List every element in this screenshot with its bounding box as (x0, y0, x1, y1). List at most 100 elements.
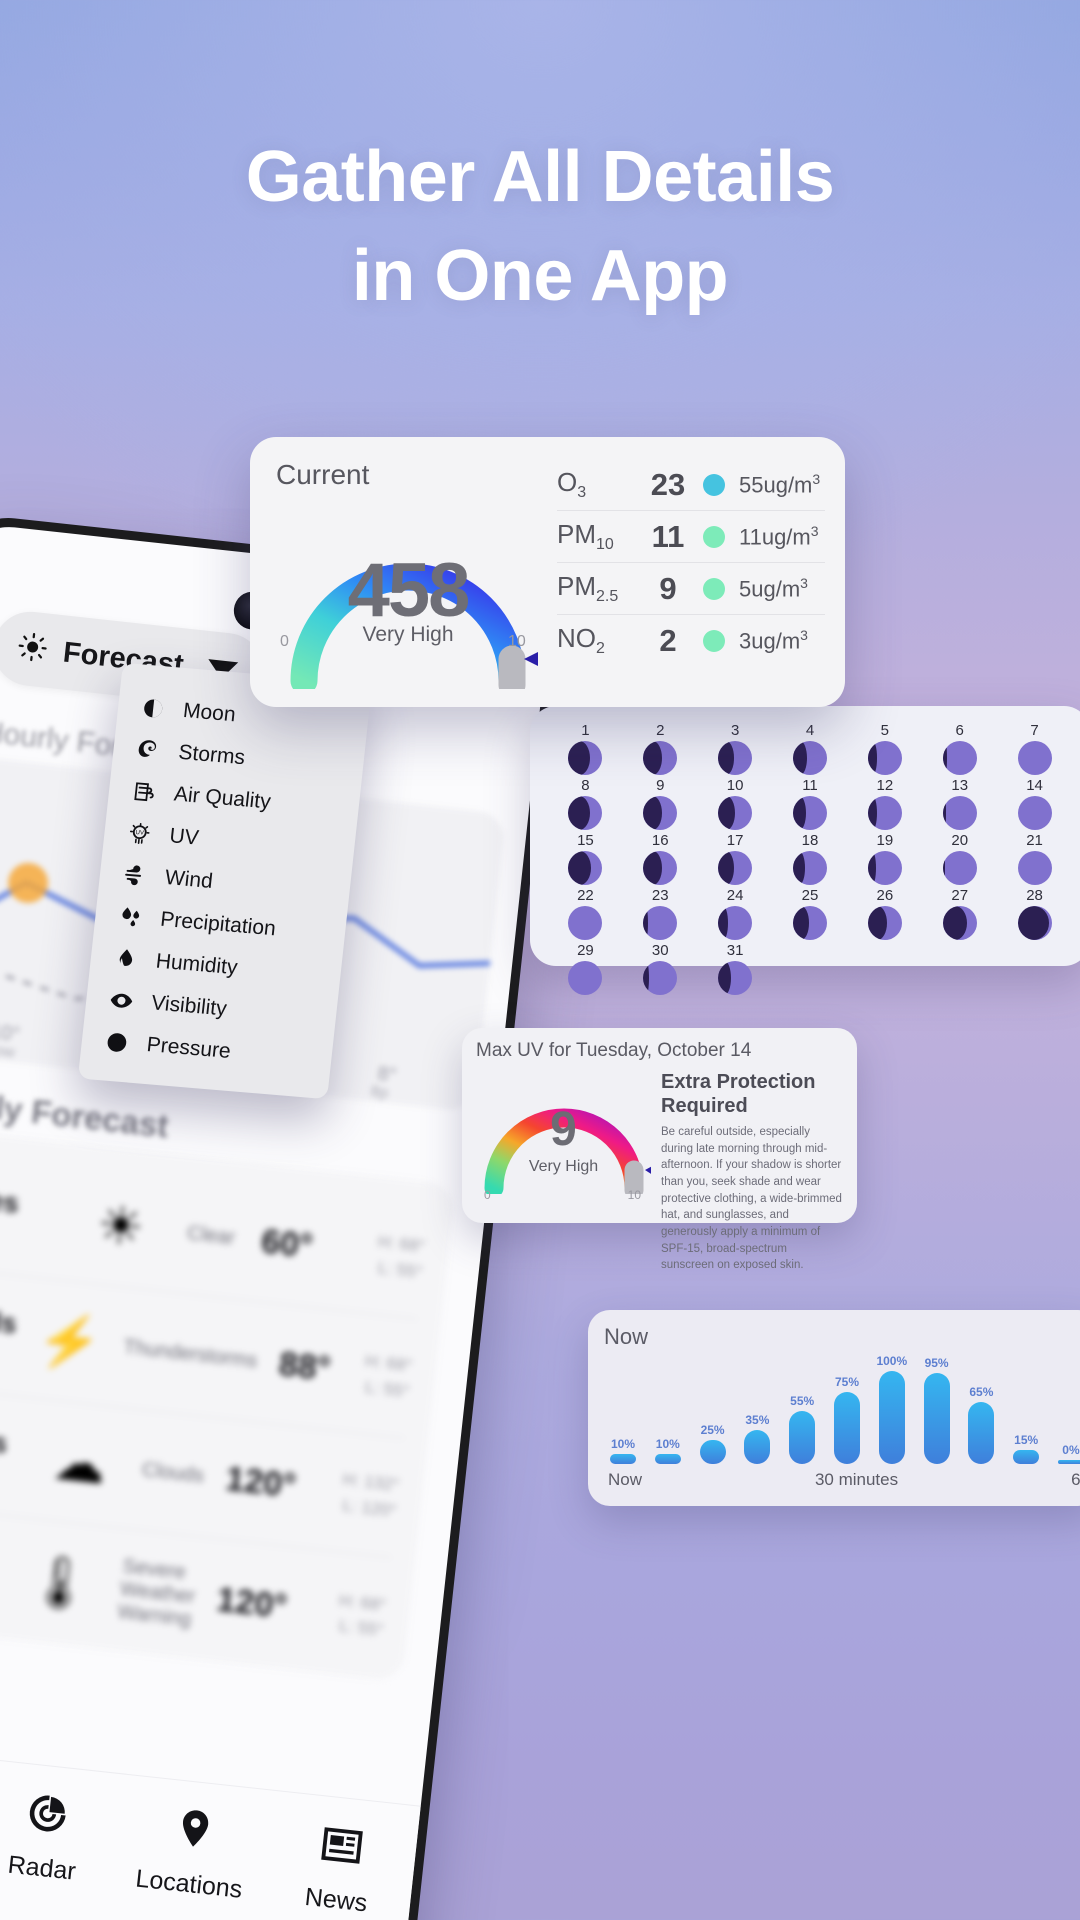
moon-day-cell[interactable]: 4 (773, 722, 848, 775)
moon-day-number: 24 (726, 887, 744, 904)
menu-label: Precipitation (159, 907, 277, 941)
moon-day-cell[interactable]: 26 (847, 887, 922, 940)
bar-value-label: 10% (610, 1437, 636, 1452)
moon-day-cell[interactable]: 11 (773, 777, 848, 830)
news-icon (316, 1820, 367, 1876)
moon-day-cell[interactable]: 8 (548, 777, 623, 830)
daily-temp: 120° (214, 1580, 289, 1626)
moon-phase-calendar-card: 1 2 3 4 5 6 7 8 9 10 11 12 13 14 15 16 17 18 19 20 21 22 23 24 2… (530, 706, 1080, 995)
bar-value-label: 65% (969, 1384, 994, 1399)
menu-label: Air Quality (172, 782, 272, 814)
moon-day-number: 13 (951, 777, 969, 794)
moon-phase-icon (867, 851, 902, 885)
bar-column: 15% (1011, 1354, 1041, 1464)
svg-text:8p: 8p (370, 1083, 390, 1102)
moon-day-cell[interactable]: 6 (922, 722, 997, 775)
moon-day-number: 5 (880, 722, 890, 739)
moon-day-number: 7 (1030, 722, 1039, 739)
bar-value-label: 95% (924, 1355, 949, 1370)
status-dot (703, 473, 725, 496)
uv-value: 9 (550, 1103, 577, 1156)
moon-day-cell[interactable]: 20 (922, 832, 997, 885)
nav-item-news[interactable]: News (265, 1815, 414, 1920)
svg-text:Now: Now (0, 1041, 16, 1061)
bar-value-label: 10% (655, 1437, 680, 1452)
daily-low: L: 55° (338, 1615, 385, 1640)
bottom-navigation-bar: Weather Radar Lo (0, 1741, 421, 1920)
moon-day-cell[interactable]: 2 (623, 722, 698, 775)
moon-day-cell[interactable]: 30 (623, 942, 698, 995)
aqi-scale-min: 0 (280, 633, 289, 650)
moon-day-cell[interactable]: 31 (698, 942, 773, 995)
aqi-gauge: 458 Very High (278, 499, 540, 699)
menu-label: Humidity (154, 949, 239, 980)
moon-phase-icon (1017, 851, 1052, 885)
bar-value-label: 15% (1014, 1432, 1039, 1447)
moon-day-cell[interactable]: 27 (922, 887, 997, 940)
moon-day-number: 20 (951, 832, 969, 849)
moon-day-cell[interactable]: 3 (698, 722, 773, 775)
nav-item-locations[interactable]: Locations (118, 1799, 267, 1907)
bar-value-label: 75% (834, 1375, 859, 1389)
daily-low: L: 120° (341, 1495, 398, 1520)
moon-day-number: 30 (651, 942, 669, 959)
air-quality-icon (130, 778, 159, 806)
daily-condition: Clear (186, 1222, 236, 1250)
bar (789, 1411, 816, 1464)
moon-day-cell[interactable]: 12 (847, 777, 922, 830)
moon-day-cell[interactable]: 17 (698, 832, 773, 885)
uv-card-title: Max UV for Tuesday, October 14 (476, 1040, 752, 1061)
daily-condition: Clouds (140, 1458, 206, 1488)
moon-day-cell[interactable]: 16 (623, 832, 698, 885)
moon-day-cell[interactable]: 19 (847, 832, 922, 885)
moon-phase-icon (792, 906, 827, 940)
moon-day-cell[interactable]: 10 (698, 777, 773, 830)
moon-day-cell[interactable]: 7 (997, 722, 1072, 775)
moon-day-cell[interactable]: 25 (773, 887, 848, 940)
precipitation-icon (116, 903, 145, 931)
daily-temp: 88° (277, 1344, 333, 1389)
nav-item-radar[interactable]: Radar (0, 1783, 120, 1891)
moon-day-cell[interactable]: 28 (997, 887, 1072, 940)
moon-day-cell[interactable]: 9 (623, 777, 698, 830)
moon-day-cell[interactable]: 22 (548, 887, 623, 940)
daily-temp: 60° (259, 1222, 315, 1266)
moon-day-cell[interactable]: 13 (922, 777, 997, 830)
moon-day-cell[interactable]: 15 (548, 832, 623, 885)
moon-day-number: 19 (876, 832, 894, 849)
moon-phase-grid: 1 2 3 4 5 6 7 8 9 10 11 12 13 14 15 16 17 18 19 20 21 22 23 24 2… (548, 722, 1072, 995)
aqi-level-label: Very High (362, 623, 454, 646)
moon-day-cell[interactable]: 18 (773, 832, 848, 885)
max-uv-card: Max UV for Tuesday, October 14 9 Very Hi… (462, 1028, 857, 1271)
menu-label: Storms (177, 740, 247, 770)
moon-day-number: 2 (656, 722, 665, 739)
moon-day-cell[interactable]: 24 (698, 887, 773, 940)
moon-phase-icon (568, 796, 603, 830)
moon-day-cell[interactable]: 21 (997, 832, 1072, 885)
moon-day-cell[interactable]: 1 (548, 722, 623, 775)
moon-phase-icon (1017, 741, 1052, 775)
moon-day-number: 10 (726, 777, 744, 794)
bar-column: 10% (653, 1354, 683, 1464)
moon-day-cell[interactable]: 14 (997, 777, 1072, 830)
bar (744, 1430, 771, 1464)
moon-day-number: 15 (577, 832, 594, 849)
moon-phase-icon (867, 906, 902, 940)
moon-day-number: 9 (656, 777, 665, 794)
bar (699, 1440, 726, 1464)
moon-phase-icon (942, 851, 977, 885)
uv-scale-min: 0 (484, 1188, 491, 1202)
moon-day-cell[interactable]: 5 (847, 722, 922, 775)
moon-day-number: 1 (581, 722, 590, 739)
moon-phase-icon (792, 741, 827, 775)
moon-phase-icon (718, 906, 753, 940)
pollutant-value: 23 (650, 466, 686, 502)
moon-day-number: 18 (801, 832, 819, 849)
humidity-icon (112, 945, 141, 973)
moon-day-cell[interactable]: 29 (548, 942, 623, 995)
moon-phase-icon (792, 851, 827, 885)
forecast-dropdown-menu: Moon Storms Air Quality UV UV Wind Preci… (77, 662, 373, 1100)
moon-icon (139, 694, 168, 722)
moon-day-cell[interactable]: 23 (623, 887, 698, 940)
menu-label: Wind (163, 866, 214, 893)
